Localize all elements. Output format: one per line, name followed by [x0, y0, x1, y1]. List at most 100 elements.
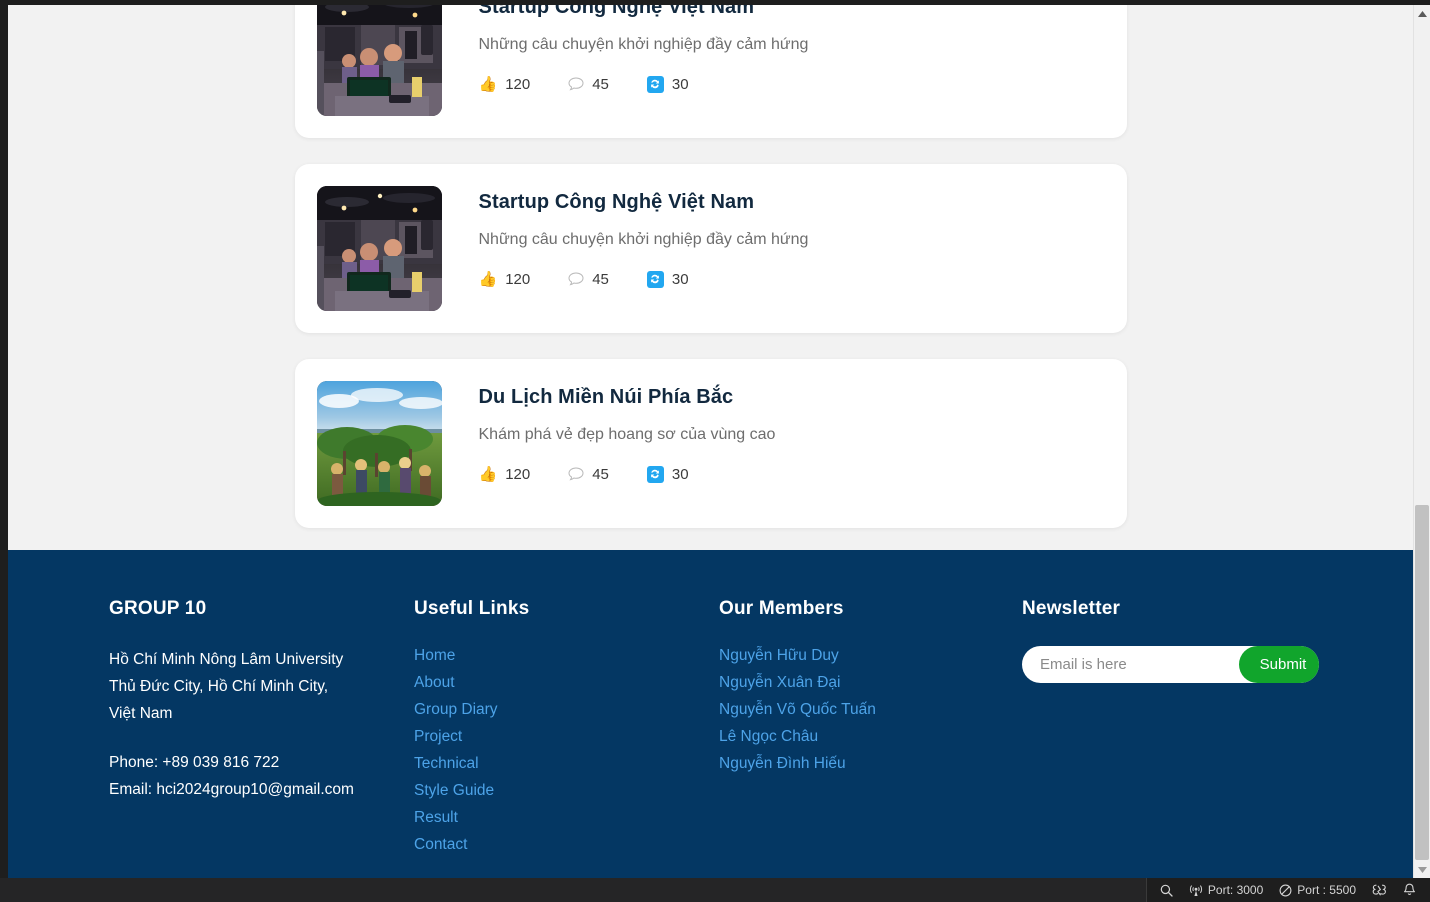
list-item: Nguyễn Xuân Đại: [719, 673, 1022, 692]
article-body: Du Lịch Miền Núi Phía Bắc Khám phá vẻ đẹ…: [442, 381, 1105, 483]
vscode-status-bar: Port: 3000 Port : 5500: [0, 878, 1430, 902]
thumbs-up-icon: 👍: [478, 75, 498, 93]
article-description: Những câu chuyện khởi nghiệp đầy cảm hứn…: [478, 231, 809, 248]
footer-columns: GROUP 10 Hồ Chí Minh Nông Lâm University…: [8, 598, 1413, 862]
editor-top-border: [0, 0, 1430, 5]
newsletter-email-input[interactable]: [1022, 646, 1239, 683]
comment-stat[interactable]: 45: [568, 76, 609, 93]
search-icon: [1160, 884, 1173, 897]
member-link[interactable]: Nguyễn Xuân Đại: [719, 673, 841, 692]
repost-stat[interactable]: 30: [646, 75, 689, 93]
scrollbar-down-arrow[interactable]: [1414, 861, 1430, 878]
useful-links-heading: Useful Links: [414, 598, 530, 619]
useful-links-list: Home About Group Diary Project Technical…: [414, 646, 719, 854]
footer-link-about[interactable]: About: [414, 673, 455, 692]
comment-count: 45: [592, 75, 609, 93]
status-port-5500[interactable]: Port : 5500: [1271, 878, 1364, 902]
article-card[interactable]: Startup Công Nghệ Việt Nam Những câu chu…: [294, 164, 1127, 333]
scrollbar-thumb[interactable]: [1415, 505, 1429, 860]
like-count: 120: [505, 270, 531, 288]
address-line: Thủ Đức City, Hồ Chí Minh City,: [109, 678, 329, 695]
speech-bubble-icon: [568, 467, 584, 481]
address-line: Việt Nam: [109, 705, 173, 722]
remote-ports-icon: [1372, 884, 1387, 897]
comment-stat[interactable]: 45: [568, 271, 609, 288]
status-port-3000-label: Port: 3000: [1207, 883, 1264, 897]
repost-count: 30: [671, 75, 689, 93]
list-item: Lê Ngọc Châu: [719, 727, 1022, 746]
article-thumbnail[interactable]: [316, 186, 442, 311]
like-stat[interactable]: 👍 120: [479, 76, 531, 93]
repost-icon: [646, 465, 664, 483]
speech-bubble-icon: [568, 77, 584, 91]
vscode-window: Startup Công Nghệ Việt Nam Những câu chu…: [0, 0, 1430, 902]
list-item: Nguyễn Hữu Duy: [719, 646, 1022, 665]
repost-stat[interactable]: 30: [646, 465, 689, 483]
status-search-button[interactable]: [1152, 878, 1181, 902]
repost-icon: [646, 270, 664, 288]
footer-newsletter-column: Newsletter Submit: [1022, 598, 1373, 862]
article-body: Startup Công Nghệ Việt Nam Những câu chu…: [442, 186, 1105, 288]
footer-link-style-guide[interactable]: Style Guide: [414, 781, 494, 800]
comment-count: 45: [592, 465, 609, 483]
like-stat[interactable]: 👍 120: [479, 466, 531, 483]
newsletter-submit-button[interactable]: Submit: [1239, 646, 1319, 683]
repost-stat[interactable]: 30: [646, 270, 689, 288]
status-notifications-button[interactable]: [1395, 878, 1424, 902]
members-list: Nguyễn Hữu Duy Nguyễn Xuân Đại Nguyễn Võ…: [719, 646, 1022, 773]
editor-left-border: [0, 0, 8, 902]
member-link[interactable]: Lê Ngọc Châu: [719, 727, 818, 746]
article-stats: 👍 120 45 30: [479, 75, 1105, 93]
article-description: Khám phá vẻ đẹp hoang sơ của vùng cao: [478, 426, 776, 443]
footer-link-technical[interactable]: Technical: [414, 754, 479, 773]
footer-address: Hồ Chí Minh Nông Lâm University Thủ Đức …: [109, 646, 414, 727]
bell-icon: [1403, 883, 1416, 897]
circle-slash-icon: [1279, 884, 1292, 897]
footer-link-group-diary[interactable]: Group Diary: [414, 700, 498, 719]
newsletter-form: Submit: [1022, 646, 1319, 683]
list-item: Nguyễn Đình Hiếu: [719, 754, 1022, 773]
article-card[interactable]: Startup Công Nghệ Việt Nam Những câu chu…: [294, 5, 1127, 138]
status-bar-left-region: [0, 878, 1146, 902]
our-members-heading: Our Members: [719, 598, 844, 619]
article-thumbnail[interactable]: [316, 5, 442, 116]
footer-link-contact[interactable]: Contact: [414, 835, 467, 854]
broadcast-icon: [1189, 884, 1203, 897]
footer-link-project[interactable]: Project: [414, 727, 462, 746]
list-item: Home: [414, 646, 719, 665]
article-title: Startup Công Nghệ Việt Nam: [478, 191, 755, 213]
footer-link-result[interactable]: Result: [414, 808, 458, 827]
list-item: Nguyễn Võ Quốc Tuấn: [719, 700, 1022, 719]
article-card[interactable]: Du Lịch Miền Núi Phía Bắc Khám phá vẻ đẹ…: [294, 359, 1127, 528]
status-port-3000[interactable]: Port: 3000: [1181, 878, 1271, 902]
scrollbar-up-arrow[interactable]: [1414, 5, 1430, 22]
newsletter-heading: Newsletter: [1022, 598, 1121, 619]
list-item: Result: [414, 808, 719, 827]
comment-count: 45: [592, 270, 609, 288]
footer-link-home[interactable]: Home: [414, 646, 455, 665]
article-thumbnail[interactable]: [316, 381, 442, 506]
thumbs-up-icon: 👍: [478, 270, 498, 288]
status-bar-divider: [1146, 878, 1147, 902]
member-link[interactable]: Nguyễn Võ Quốc Tuấn: [719, 700, 876, 719]
footer-phone: Phone: +89 039 816 722: [109, 754, 280, 771]
comment-stat[interactable]: 45: [568, 466, 609, 483]
list-item: Group Diary: [414, 700, 719, 719]
status-remote-ports-button[interactable]: [1364, 878, 1395, 902]
list-item: Style Guide: [414, 781, 719, 800]
status-port-5500-label: Port : 5500: [1297, 883, 1356, 897]
like-stat[interactable]: 👍 120: [479, 271, 531, 288]
list-item: Technical: [414, 754, 719, 773]
article-list: Startup Công Nghệ Việt Nam Những câu chu…: [8, 5, 1413, 550]
member-link[interactable]: Nguyễn Hữu Duy: [719, 646, 839, 665]
repost-icon: [646, 75, 664, 93]
footer-brand-column: GROUP 10 Hồ Chí Minh Nông Lâm University…: [109, 598, 414, 862]
list-item: Contact: [414, 835, 719, 854]
article-stats: 👍 120 45 30: [479, 270, 1105, 288]
article-title: Du Lịch Miền Núi Phía Bắc: [478, 386, 734, 408]
list-item: About: [414, 673, 719, 692]
like-count: 120: [505, 75, 531, 93]
page-scrollbar[interactable]: [1413, 5, 1430, 878]
footer-contact: Phone: +89 039 816 722 Email: hci2024gro…: [109, 749, 414, 803]
member-link[interactable]: Nguyễn Đình Hiếu: [719, 754, 846, 773]
